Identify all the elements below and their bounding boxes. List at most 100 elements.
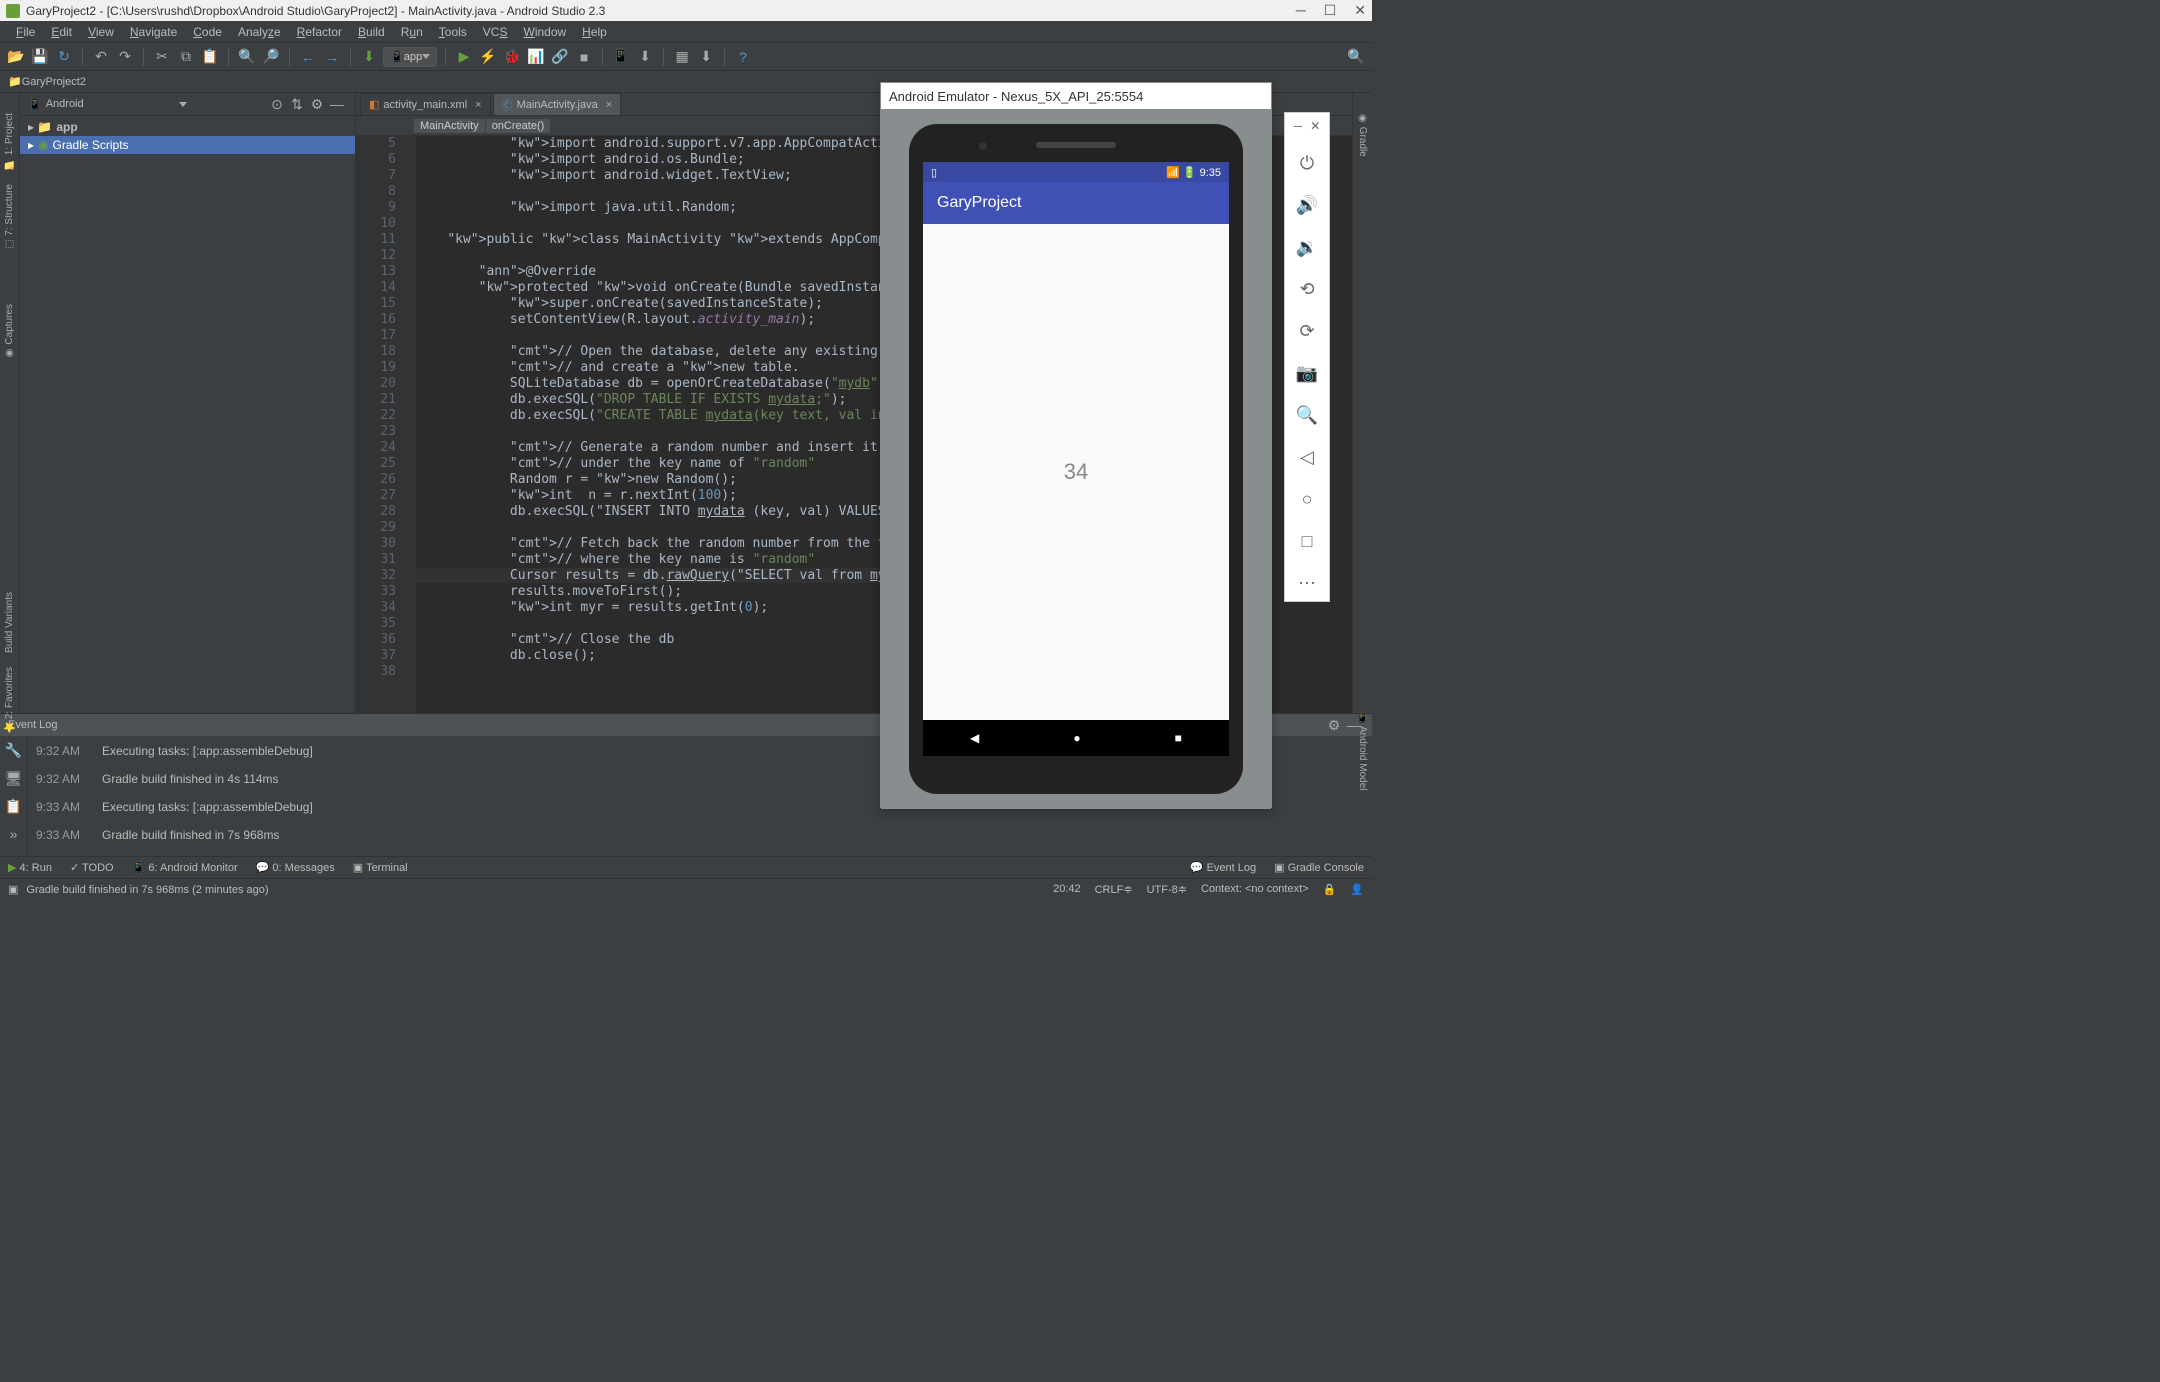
status-position[interactable]: 20:42 (1053, 883, 1081, 896)
sdk-icon[interactable]: ⬇ (635, 47, 655, 67)
undo-icon[interactable]: ↶ (91, 47, 111, 67)
make-icon[interactable]: ⬇ (359, 47, 379, 67)
paste-icon[interactable]: 📋 (200, 47, 220, 67)
profile-icon[interactable]: 📊 (526, 47, 546, 67)
minimize-button[interactable]: ─ (1296, 2, 1306, 19)
tab-build-variants[interactable]: Build Variants (4, 592, 15, 653)
zoom-icon[interactable]: 🔍 (1295, 403, 1319, 427)
rotate-right-icon[interactable]: ⟳ (1295, 319, 1319, 343)
crumb-class[interactable]: MainActivity (414, 119, 485, 133)
bottom-android-monitor[interactable]: 📱 6: Android Monitor (132, 861, 238, 874)
attach-icon[interactable]: 🔗 (550, 47, 570, 67)
find-icon[interactable]: 🔍 (237, 47, 257, 67)
menu-help[interactable]: Help (574, 25, 615, 39)
sync-icon[interactable]: ↻ (54, 47, 74, 67)
expand-icon[interactable]: » (4, 824, 24, 844)
menu-refactor[interactable]: Refactor (289, 25, 350, 39)
redo-icon[interactable]: ↷ (115, 47, 135, 67)
emu-close-icon[interactable]: ✕ (1310, 119, 1320, 133)
bottom-run[interactable]: ▶ 4: Run (8, 861, 52, 874)
run-config-select[interactable]: 📱 app (383, 47, 437, 67)
line-number-gutter[interactable]: 5 6 7 8 9 10 11 12 13 14 15 16 17 18 19 … (356, 136, 406, 713)
debug-icon[interactable]: 🐞 (502, 47, 522, 67)
nav-back-icon[interactable]: ◀ (970, 731, 979, 745)
close-tab-icon[interactable]: × (475, 99, 481, 111)
save-icon[interactable]: 💾 (30, 47, 50, 67)
menu-code[interactable]: Code (185, 25, 230, 39)
menu-vcs[interactable]: VCS (475, 25, 516, 39)
camera-icon[interactable]: 📷 (1295, 361, 1319, 385)
collapse-icon[interactable]: ⊙ (267, 94, 287, 114)
status-context[interactable]: Context: <no context> (1201, 883, 1309, 896)
menu-file[interactable]: File (8, 25, 43, 39)
menu-window[interactable]: Window (515, 25, 574, 39)
run-icon[interactable]: ▶ (454, 47, 474, 67)
hide-icon[interactable]: — (327, 94, 347, 114)
filter-icon[interactable]: 🔧 (4, 740, 24, 760)
bottom-messages[interactable]: 💬 0: Messages (256, 861, 335, 874)
bottom-gradle-console[interactable]: ▣ Gradle Console (1274, 861, 1364, 874)
cut-icon[interactable]: ✂ (152, 47, 172, 67)
menu-tools[interactable]: Tools (431, 25, 475, 39)
menu-build[interactable]: Build (350, 25, 393, 39)
tab-structure[interactable]: ⬚ 7: Structure (4, 184, 15, 249)
rotate-left-icon[interactable]: ⟲ (1295, 277, 1319, 301)
mark-icon[interactable]: 📋 (4, 796, 24, 816)
avd-icon[interactable]: 📱 (611, 47, 631, 67)
back-icon[interactable]: ← (298, 47, 318, 67)
emu-minimize-icon[interactable]: ─ (1294, 119, 1303, 133)
tab-activity-main-xml[interactable]: ◧ activity_main.xml × (360, 93, 491, 115)
crumb-method[interactable]: onCreate() (486, 119, 551, 133)
menu-analyze[interactable]: Analyze (230, 25, 289, 39)
lock-icon[interactable]: 🔒 (1323, 883, 1337, 896)
screen-icon[interactable]: 🖥 (4, 768, 24, 788)
status-encoding[interactable]: UTF-8≑ (1147, 883, 1187, 896)
close-button[interactable]: ✕ (1354, 2, 1366, 19)
event-log-row[interactable]: 9:33 AMGradle build finished in 7s 968ms (36, 828, 1364, 842)
sdk-manager-icon[interactable]: ⬇ (696, 47, 716, 67)
layout-icon[interactable]: ▦ (672, 47, 692, 67)
bottom-event-log[interactable]: 💬 Event Log (1190, 861, 1256, 874)
volume-down-icon[interactable]: 🔉 (1295, 235, 1319, 259)
tab-captures[interactable]: ◉ Captures (4, 304, 15, 358)
tree-item-app[interactable]: ▸ 📁 app (20, 118, 355, 136)
more-icon[interactable]: ⋯ (1295, 571, 1319, 595)
bottom-terminal[interactable]: ▣ Terminal (353, 861, 408, 874)
tab-main-activity-java[interactable]: Ⓒ MainActivity.java × (493, 93, 622, 115)
project-view-select[interactable]: 📱 Android (28, 98, 187, 111)
forward-icon[interactable]: → (322, 47, 342, 67)
tab-android-model[interactable]: 📱 Android Model (1357, 711, 1368, 790)
emulator-window[interactable]: Android Emulator - Nexus_5X_API_25:5554 … (880, 82, 1272, 808)
power-icon[interactable]: ⏻ (1295, 151, 1319, 175)
bottom-todo[interactable]: ✓ TODO (70, 861, 114, 874)
apply-changes-icon[interactable]: ⚡ (478, 47, 498, 67)
status-line-ending[interactable]: CRLF≑ (1095, 883, 1133, 896)
stop-icon[interactable]: ■ (574, 47, 594, 67)
close-tab-icon[interactable]: × (606, 99, 612, 111)
replace-icon[interactable]: 🔎 (261, 47, 281, 67)
menu-navigate[interactable]: Navigate (122, 25, 185, 39)
search-everywhere-icon[interactable]: 🔍 (1346, 47, 1366, 67)
open-icon[interactable]: 📂 (6, 47, 26, 67)
tab-favorites[interactable]: ⭐ 2: Favorites (4, 667, 15, 734)
home-icon[interactable]: ○ (1295, 487, 1319, 511)
help-icon[interactable]: ? (733, 47, 753, 67)
volume-up-icon[interactable]: 🔊 (1295, 193, 1319, 217)
tree-item-gradle-scripts[interactable]: ▸ ◉ Gradle Scripts (20, 136, 355, 154)
scroll-icon[interactable]: ⇅ (287, 94, 307, 114)
menu-run[interactable]: Run (393, 25, 431, 39)
tab-gradle[interactable]: ◉ Gradle (1357, 113, 1368, 157)
copy-icon[interactable]: ⧉ (176, 47, 196, 67)
menu-view[interactable]: View (80, 25, 122, 39)
menu-edit[interactable]: Edit (43, 25, 80, 39)
maximize-button[interactable]: ☐ (1324, 2, 1337, 19)
nav-recent-icon[interactable]: ■ (1175, 731, 1182, 745)
overview-icon[interactable]: □ (1295, 529, 1319, 553)
notification-icon[interactable]: 👤 (1350, 883, 1364, 896)
settings-icon[interactable]: ⚙ (307, 94, 327, 114)
tab-project[interactable]: 📁 1: Project (4, 113, 15, 170)
nav-home-icon[interactable]: ● (1073, 731, 1080, 745)
gear-icon[interactable]: ⚙ (1324, 715, 1344, 735)
breadcrumb-item[interactable]: GaryProject2 (22, 76, 86, 88)
back-icon[interactable]: ◁ (1295, 445, 1319, 469)
